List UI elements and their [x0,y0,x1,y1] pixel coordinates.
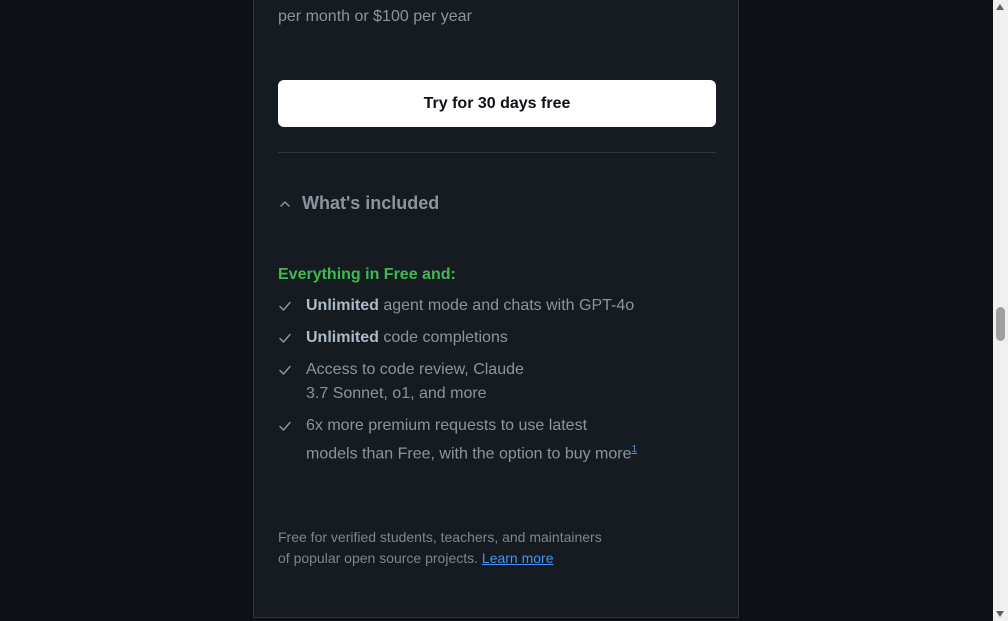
feature-line: 6x more premium requests to use latest [306,417,588,434]
pricing-card: per month or $100 per year Try for 30 da… [253,0,739,618]
feature-item: Access to code review, Claude 3.7 Sonnet,… [278,358,718,406]
feature-line: 3.7 Sonnet, o1, and more [306,385,487,402]
fineprint-line: of popular open source projects. [278,550,479,566]
chevron-up-icon [278,197,292,211]
scroll-up-arrow-icon[interactable] [996,4,1004,10]
feature-emphasis: Unlimited [306,329,379,346]
check-icon [278,326,292,350]
feature-text: 6x more premium requests to use latest mo… [306,414,637,466]
divider [278,152,716,153]
scrollbar[interactable] [993,0,1008,621]
learn-more-link[interactable]: Learn more [482,550,554,566]
check-icon [278,294,292,318]
feature-line: Access to code review, Claude [306,361,524,378]
includes-heading: Everything in Free and: [278,266,456,283]
scroll-down-arrow-icon[interactable] [996,611,1004,617]
whats-included-toggle[interactable]: What's included [278,193,439,214]
feature-item: Unlimited code completions [278,326,718,350]
page: per month or $100 per year Try for 30 da… [0,0,1008,621]
feature-detail: code completions [378,329,508,346]
footnote-link[interactable]: 1 [632,444,638,455]
check-icon [278,414,292,438]
feature-text: Unlimited code completions [306,326,508,350]
feature-detail: agent mode and chats with GPT-4o [378,297,635,314]
feature-text: Unlimited agent mode and chats with GPT-… [306,294,634,318]
price-billing-note: per month or $100 per year [278,8,472,25]
feature-list: Unlimited agent mode and chats with GPT-… [278,294,718,474]
feature-text: Access to code review, Claude 3.7 Sonnet,… [306,358,524,406]
whats-included-label: What's included [302,193,440,213]
fineprint: Free for verified students, teachers, an… [278,527,658,569]
feature-line: models than Free, with the option to buy… [306,445,632,463]
fineprint-line: Free for verified students, teachers, an… [278,529,602,545]
feature-item: 6x more premium requests to use latest mo… [278,414,718,466]
check-icon [278,358,292,382]
feature-emphasis: Unlimited [306,297,379,314]
feature-item: Unlimited agent mode and chats with GPT-… [278,294,718,318]
scroll-thumb[interactable] [996,307,1005,341]
try-free-button[interactable]: Try for 30 days free [278,80,716,127]
